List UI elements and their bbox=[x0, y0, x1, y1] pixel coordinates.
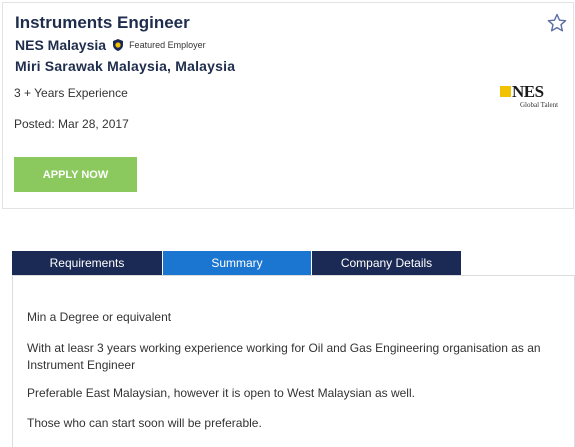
tab-company-details[interactable]: Company Details bbox=[312, 251, 461, 275]
logo-tagline: Global Talent bbox=[520, 101, 559, 109]
logo-square bbox=[500, 86, 511, 97]
company-logo: NES Global Talent bbox=[500, 82, 566, 111]
job-location: Miri Sarawak Malaysia, Malaysia bbox=[15, 58, 236, 74]
experience-requirement: 3 + Years Experience bbox=[14, 86, 128, 100]
tab-summary[interactable]: Summary bbox=[163, 251, 312, 275]
logo-name: NES bbox=[512, 82, 544, 101]
job-card: Instruments Engineer NES Malaysia Featur… bbox=[2, 2, 574, 209]
posted-date: Posted: Mar 28, 2017 bbox=[14, 117, 129, 131]
requirement-item: Preferable East Malaysian, however it is… bbox=[27, 386, 415, 400]
job-title[interactable]: Instruments Engineer bbox=[15, 13, 190, 33]
favorite-star-icon[interactable] bbox=[547, 13, 567, 33]
featured-employer-label: Featured Employer bbox=[129, 40, 206, 50]
requirements-panel: Min a Degree or equivalent With at leasr… bbox=[12, 275, 575, 447]
employer-row: NES Malaysia Featured Employer bbox=[15, 35, 206, 55]
featured-employer-icon bbox=[111, 38, 125, 52]
requirement-item: With at leasr 3 years working experience… bbox=[27, 341, 541, 372]
tab-requirements[interactable]: Requirements bbox=[12, 251, 163, 275]
requirement-item: Those who can start soon will be prefera… bbox=[27, 416, 262, 430]
employer-name[interactable]: NES Malaysia bbox=[15, 37, 106, 53]
apply-now-button[interactable]: APPLY NOW bbox=[14, 157, 137, 192]
detail-tabs: Requirements Summary Company Details bbox=[12, 251, 461, 275]
requirement-item: Min a Degree or equivalent bbox=[27, 310, 172, 324]
